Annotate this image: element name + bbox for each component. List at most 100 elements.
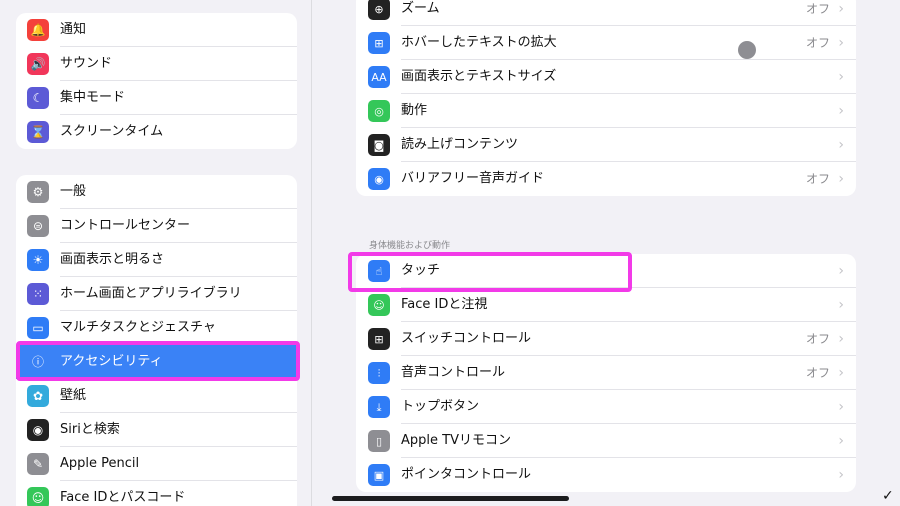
sidebar-item-moon[interactable]: ☾ 集中モード <box>16 81 297 115</box>
chevron-right-icon: › <box>838 467 844 483</box>
setting-row-motion[interactable]: ◎ 動作 › <box>356 94 856 128</box>
sidebar-item-label: 通知 <box>60 22 87 37</box>
chevron-right-icon: › <box>838 297 844 313</box>
chevron-right-icon: › <box>838 433 844 449</box>
app-grid-icon: ⁙ <box>27 283 49 305</box>
setting-value: オフ <box>805 2 830 16</box>
sidebar-item-label: Face IDとパスコード <box>60 490 186 505</box>
setting-row-text-size[interactable]: AA 画面表示とテキストサイズ › <box>356 60 856 94</box>
chevron-right-icon: › <box>838 331 844 347</box>
chevron-right-icon: › <box>838 365 844 381</box>
sidebar-item-gear[interactable]: ⚙ 一般 <box>16 175 297 209</box>
zoom-icon: ⊕ <box>368 0 390 20</box>
setting-value: オフ <box>805 36 830 50</box>
chevron-right-icon: › <box>838 399 844 415</box>
vision-settings-group: ⊕ ズーム オフ › ⊞ ホバーしたテキストの拡大 オフ › AA 画面表示とテキストサイズ › ◎ 動… <box>356 0 856 196</box>
setting-row-speech[interactable]: ◙ 読み上げコンテンツ › <box>356 128 856 162</box>
setting-label: トップボタン <box>401 399 480 414</box>
sidebar-item-pencil[interactable]: ✎ Apple Pencil <box>16 447 297 481</box>
physical-settings-group: ☝ タッチ › ☺ Face IDと注視 › ⊞ スイッチコントロール オフ › ⫶ 音声コントロール… <box>356 254 856 492</box>
setting-value: オフ <box>805 366 830 380</box>
setting-row-top-button[interactable]: ⤓ トップボタン › <box>356 390 856 424</box>
sidebar-item-label: Siriと検索 <box>60 422 120 437</box>
setting-row-hover-text[interactable]: ⊞ ホバーしたテキストの拡大 オフ › <box>356 26 856 60</box>
sidebar-item-multitask[interactable]: ▭ マルチタスクとジェスチャ <box>16 311 297 345</box>
sidebar-item-toggles[interactable]: ⊜ コントロールセンター <box>16 209 297 243</box>
sun-icon: ☀ <box>27 249 49 271</box>
setting-row-audio-description[interactable]: ◉ バリアフリー音声ガイド オフ › <box>356 162 856 196</box>
setting-label: 画面表示とテキストサイズ <box>401 69 557 84</box>
settings-sidebar: 🔔 通知 🔊 サウンド ☾ 集中モード ⌛ スクリーンタイム ⚙ 一般 ⊜ コントロールセンター ☀ 画… <box>0 0 312 506</box>
sidebar-item-label: スクリーンタイム <box>60 124 164 139</box>
sidebar-item-faceid[interactable]: ☺ Face IDとパスコード <box>16 481 297 506</box>
sidebar-item-accessibility[interactable]: ⓘ アクセシビリティ <box>16 345 297 379</box>
audio-description-icon: ◉ <box>368 168 390 190</box>
setting-row-switch-grid[interactable]: ⊞ スイッチコントロール オフ › <box>356 322 856 356</box>
touch-hand-icon: ☝ <box>368 260 390 282</box>
hourglass-icon: ⌛ <box>27 121 49 143</box>
setting-row-faceid[interactable]: ☺ Face IDと注視 › <box>356 288 856 322</box>
gear-icon: ⚙ <box>27 181 49 203</box>
setting-row-remote[interactable]: ▯ Apple TVリモコン › <box>356 424 856 458</box>
sidebar-item-sun[interactable]: ☀ 画面表示と明るさ <box>16 243 297 277</box>
sidebar-item-label: 集中モード <box>60 90 126 105</box>
sidebar-item-label: アクセシビリティ <box>60 354 163 369</box>
toggles-icon: ⊜ <box>27 215 49 237</box>
setting-row-pointer[interactable]: ▣ ポインタコントロール › <box>356 458 856 492</box>
switch-grid-icon: ⊞ <box>368 328 390 350</box>
chevron-right-icon: › <box>838 35 844 51</box>
hover-text-icon: ⊞ <box>368 32 390 54</box>
setting-label: 音声コントロール <box>401 365 506 380</box>
setting-label: Apple TVリモコン <box>401 433 511 448</box>
setting-row-voice-wave[interactable]: ⫶ 音声コントロール オフ › <box>356 356 856 390</box>
sidebar-item-bell[interactable]: 🔔 通知 <box>16 13 297 47</box>
sidebar-item-hourglass[interactable]: ⌛ スクリーンタイム <box>16 115 297 149</box>
setting-row-touch-hand[interactable]: ☝ タッチ › <box>356 254 856 288</box>
multitask-icon: ▭ <box>27 317 49 339</box>
motion-icon: ◎ <box>368 100 390 122</box>
setting-label: タッチ <box>401 263 441 278</box>
accessibility-icon: ⓘ <box>27 351 49 373</box>
setting-label: 読み上げコンテンツ <box>401 137 519 152</box>
sidebar-group-system: ⚙ 一般 ⊜ コントロールセンター ☀ 画面表示と明るさ ⁙ ホーム画面とアプリライブラリ ▭ マ… <box>16 175 297 506</box>
setting-row-zoom[interactable]: ⊕ ズーム オフ › <box>356 0 856 26</box>
setting-label: Face IDと注視 <box>401 297 488 312</box>
sidebar-item-label: ホーム画面とアプリライブラリ <box>60 286 242 301</box>
remote-icon: ▯ <box>368 430 390 452</box>
sidebar-item-label: サウンド <box>60 56 113 71</box>
chevron-right-icon: › <box>838 171 844 187</box>
pencil-indicator-icon: ✓ <box>882 488 894 504</box>
chevron-right-icon: › <box>838 103 844 119</box>
chevron-right-icon: › <box>838 1 844 17</box>
section-header-physical: 身体機能および動作 <box>369 241 451 251</box>
voice-wave-icon: ⫶ <box>368 362 390 384</box>
top-button-icon: ⤓ <box>368 396 390 418</box>
setting-label: ホバーしたテキストの拡大 <box>401 35 557 50</box>
sidebar-item-speaker[interactable]: 🔊 サウンド <box>16 47 297 81</box>
chevron-right-icon: › <box>838 69 844 85</box>
moon-icon: ☾ <box>27 87 49 109</box>
speaker-icon: 🔊 <box>27 53 49 75</box>
sidebar-item-label: Apple Pencil <box>60 456 140 471</box>
setting-value: オフ <box>805 332 830 346</box>
setting-label: バリアフリー音声ガイド <box>401 171 545 186</box>
faceid-icon: ☺ <box>368 294 390 316</box>
setting-label: 動作 <box>401 103 428 118</box>
sidebar-item-app-grid[interactable]: ⁙ ホーム画面とアプリライブラリ <box>16 277 297 311</box>
sidebar-item-label: マルチタスクとジェスチャ <box>60 320 216 335</box>
setting-label: スイッチコントロール <box>401 331 532 346</box>
bell-icon: 🔔 <box>27 19 49 41</box>
flower-icon: ✿ <box>27 385 49 407</box>
sidebar-item-siri[interactable]: ◉ Siriと検索 <box>16 413 297 447</box>
assistive-touch-dot[interactable] <box>738 41 756 59</box>
sidebar-item-flower[interactable]: ✿ 壁紙 <box>16 379 297 413</box>
pencil-icon: ✎ <box>27 453 49 475</box>
text-size-icon: AA <box>368 66 390 88</box>
setting-label: ポインタコントロール <box>401 467 532 482</box>
faceid-icon: ☺ <box>27 487 49 506</box>
chevron-right-icon: › <box>838 263 844 279</box>
sidebar-item-label: 画面表示と明るさ <box>60 252 165 267</box>
setting-value: オフ <box>805 172 830 186</box>
chevron-right-icon: › <box>838 137 844 153</box>
sidebar-group-notifications: 🔔 通知 🔊 サウンド ☾ 集中モード ⌛ スクリーンタイム <box>16 13 297 149</box>
